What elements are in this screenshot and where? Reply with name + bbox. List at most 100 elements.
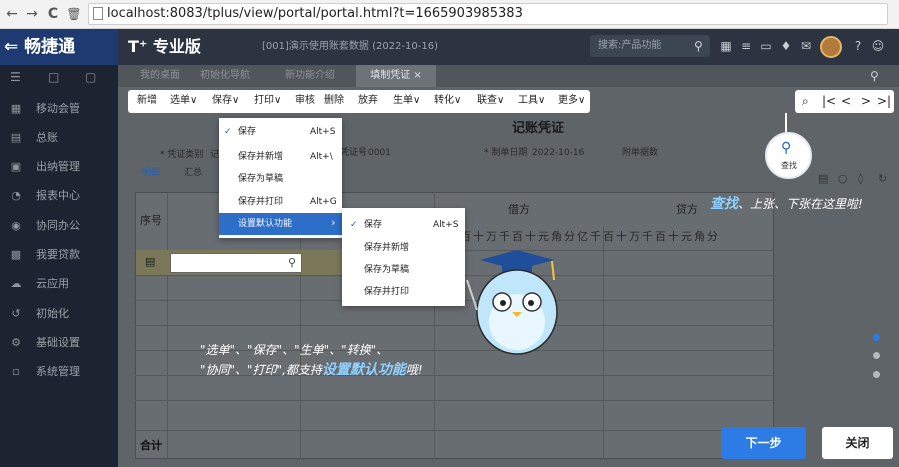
menu-item-save-print[interactable]: 保存并打印: [238, 195, 283, 209]
account-info: [001]演示使用账套数据 (2022-10-16): [262, 41, 438, 52]
menu-icon[interactable]: ☰: [10, 70, 21, 84]
init-icon: ↺: [11, 307, 21, 320]
submenu-item-save-new[interactable]: 保存并新增: [364, 241, 409, 255]
col-credit-header: 贷方: [676, 203, 698, 216]
search-input[interactable]: 搜索:产品功能: [590, 35, 710, 57]
search-icon[interactable]: ⚲: [870, 69, 879, 83]
search-icon[interactable]: ⚲: [288, 255, 296, 271]
col-debit-header: 借方: [508, 203, 530, 216]
next-record-button[interactable]: >: [861, 93, 871, 110]
help-icon[interactable]: ?: [850, 38, 866, 54]
forward-icon[interactable]: →: [24, 5, 40, 23]
report-icon: ◔: [11, 189, 21, 202]
audit-button[interactable]: 审核: [295, 94, 315, 108]
grid-line: [135, 325, 774, 326]
convert-button[interactable]: 转化∨: [434, 94, 461, 108]
summary-input[interactable]: [170, 253, 302, 273]
select-button[interactable]: 选单∨: [170, 94, 197, 108]
brand-logo[interactable]: ⇐ 畅捷通: [0, 29, 118, 65]
mascot-penguin-icon: [466, 250, 558, 355]
shortcut-label: Alt+G: [310, 197, 337, 207]
calculator-icon[interactable]: ▦: [718, 38, 734, 54]
find-pointer: [785, 113, 787, 133]
avatar[interactable]: [820, 36, 842, 58]
submenu-item-save-draft[interactable]: 保存为草稿: [364, 263, 409, 277]
step-dot[interactable]: [873, 371, 880, 378]
sidebar-item-system[interactable]: ▫ 系统管理: [0, 359, 118, 385]
sidebar-item-settings[interactable]: ⚙ 基础设置: [0, 330, 118, 356]
cashier-icon: ▣: [10, 160, 22, 173]
expand-icon[interactable]: ▢: [85, 70, 96, 84]
check-icon: ✓: [224, 127, 232, 137]
print-button[interactable]: 打印∨: [254, 94, 281, 108]
query-button[interactable]: 联查∨: [477, 94, 504, 108]
save-button[interactable]: 保存∨: [212, 94, 239, 108]
menu-item-save-new[interactable]: 保存并新增: [238, 150, 283, 164]
search-icon[interactable]: ⚲: [694, 37, 703, 55]
next-step-button[interactable]: 下一步: [721, 427, 806, 459]
category-value[interactable]: 记: [210, 148, 219, 162]
message-icon[interactable]: ✉: [798, 38, 814, 54]
reload-icon[interactable]: C: [45, 5, 61, 23]
mobile-icon: ▦: [10, 102, 22, 115]
row-icon[interactable]: ▤: [145, 255, 155, 268]
step-dot-active[interactable]: [873, 334, 880, 341]
find-icon: ⚲: [781, 140, 792, 156]
grid-line: [135, 430, 774, 431]
system-icon: ▫: [12, 365, 20, 378]
add-button[interactable]: 新增: [137, 94, 157, 108]
close-icon[interactable]: ×: [413, 70, 421, 81]
date-value[interactable]: 2022-10-16: [532, 146, 584, 160]
sidebar-item-ledger[interactable]: ▤ 总账: [0, 125, 118, 151]
lock-icon[interactable]: ○: [838, 172, 848, 185]
print-icon[interactable]: ▤: [818, 172, 828, 185]
step-dot[interactable]: [873, 352, 880, 359]
tab-init-guide[interactable]: 初始化导航: [200, 68, 250, 84]
collapse-icon[interactable]: □: [48, 70, 59, 84]
grid-line: [135, 400, 774, 401]
find-icon[interactable]: ⌕: [802, 93, 809, 110]
sidebar-item-collab[interactable]: ◉ 协同办公: [0, 213, 118, 239]
date-label: * 制单日期: [484, 148, 528, 158]
prev-button[interactable]: <: [841, 93, 851, 110]
more-button[interactable]: 更多∨: [558, 94, 585, 108]
submenu-item-save-print[interactable]: 保存并打印: [364, 285, 409, 299]
generate-button[interactable]: 生单∨: [393, 94, 420, 108]
sidebar-item-cashier[interactable]: ▣ 出纳管理: [0, 154, 118, 180]
tools-button[interactable]: 工具∨: [518, 94, 545, 108]
tab-summary[interactable]: 汇总: [184, 166, 202, 180]
refresh-icon[interactable]: ↻: [878, 172, 887, 185]
tag-icon[interactable]: ◊: [858, 172, 863, 185]
bell-icon[interactable]: ♦: [778, 38, 794, 54]
chevron-right-icon: ›: [331, 216, 336, 229]
sidebar-item-cloud[interactable]: ☁ 云应用: [0, 271, 118, 297]
sidebar-item-report[interactable]: ◔ 报表中心: [0, 183, 118, 209]
sidebar-item-loan[interactable]: ▩ 我要贷款: [0, 242, 118, 268]
attach-label: 附单据数: [622, 148, 659, 158]
guide-tip-line1: "选单"、"保存"、"生单"、"转换"、: [200, 343, 389, 357]
first-button[interactable]: |<: [822, 93, 836, 110]
monitor-icon[interactable]: ▭: [758, 38, 774, 54]
menu-item-save-draft[interactable]: 保存为草稿: [238, 172, 283, 186]
sidebar-item-mobile[interactable]: ▦ 移动会管: [0, 96, 118, 122]
user-icon[interactable]: ☺: [870, 38, 886, 54]
menu-item-save[interactable]: 保存: [238, 125, 256, 139]
tab-voucher-entry[interactable]: 填制凭证 ×: [356, 65, 436, 87]
amount-digit-header: 百十万千百十元角分亿千百十万千百十元角分: [460, 230, 720, 243]
shortcut-label: Alt+S: [433, 220, 459, 230]
close-button[interactable]: 关闭: [822, 427, 893, 459]
trash-icon[interactable]: 🗑: [66, 5, 82, 23]
find-label: 查找: [781, 161, 797, 170]
delete-button[interactable]: 删除: [324, 94, 344, 108]
discard-button[interactable]: 放弃: [358, 94, 378, 108]
sidebar-item-init[interactable]: ↺ 初始化: [0, 301, 118, 327]
submenu-item-save[interactable]: 保存: [364, 218, 382, 232]
guide-tip-nav: 查找、上张、下张在这里啦!: [710, 196, 863, 212]
back-icon[interactable]: ←: [4, 5, 20, 23]
list-icon[interactable]: ≡: [738, 38, 754, 54]
tab-detail[interactable]: 明细: [142, 166, 160, 180]
tab-desktop[interactable]: 我的桌面: [140, 68, 180, 84]
voucher-code-value[interactable]: 0001: [368, 146, 391, 160]
tab-new-features[interactable]: 新功能介绍: [285, 68, 335, 84]
last-button[interactable]: >|: [877, 93, 891, 110]
